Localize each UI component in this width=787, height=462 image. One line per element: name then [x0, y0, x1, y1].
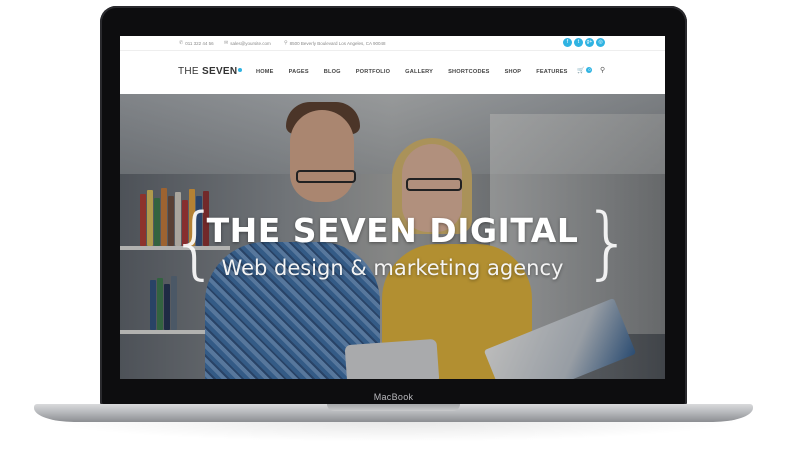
laptop-shadow	[40, 420, 747, 442]
social-links: f t g+ ◎	[563, 38, 605, 47]
hero-subtitle: Web design & marketing agency	[221, 256, 564, 280]
location-pin-icon: ⚲	[284, 40, 288, 46]
top-info-bar: ✆ 011 322 44 56 ✉ sales@yoursite.com ⚲ 8…	[120, 36, 665, 51]
logo-text: THE	[178, 66, 199, 77]
main-menu: HOME PAGES BLOG PORTFOLIO GALLERY SHORTC…	[256, 69, 583, 75]
facebook-icon[interactable]: f	[563, 38, 572, 47]
site-logo[interactable]: THE SEVEN	[178, 66, 243, 77]
email-address[interactable]: sales@yoursite.com	[230, 41, 271, 46]
phone-info: ✆ 011 322 44 56	[179, 40, 214, 46]
hero-slider: { } THE SEVEN DIGITAL Web design & marke…	[120, 94, 665, 379]
website-screen: ✆ 011 322 44 56 ✉ sales@yoursite.com ⚲ 8…	[120, 36, 665, 379]
twitter-icon[interactable]: t	[574, 38, 583, 47]
street-address: 8500 Beverly Boulevard Los Angeles, CA 9…	[289, 40, 386, 46]
logo-bold-text: SEVEN	[202, 66, 238, 77]
google-plus-icon[interactable]: g+	[585, 38, 594, 47]
main-navbar: THE SEVEN HOME PAGES BLOG PORTFOLIO GALL…	[120, 51, 665, 94]
menu-item-home[interactable]: HOME	[256, 69, 274, 75]
laptop-notch	[327, 404, 460, 411]
cart-count-badge: 0	[586, 67, 593, 74]
menu-item-shop[interactable]: SHOP	[505, 69, 522, 75]
menu-item-pages[interactable]: PAGES	[289, 69, 309, 75]
search-icon[interactable]: ⚲	[600, 66, 605, 74]
menu-item-shortcodes[interactable]: SHORTCODES	[448, 69, 489, 75]
cart-icon: 🛒	[577, 68, 585, 74]
device-brand-label: MacBook	[373, 392, 414, 402]
logo-dot	[238, 68, 243, 72]
menu-item-gallery[interactable]: GALLERY	[405, 69, 433, 75]
instagram-icon[interactable]: ◎	[596, 38, 605, 47]
phone-number: 011 322 44 56	[185, 40, 214, 46]
menu-item-features[interactable]: FEATURES	[536, 69, 567, 75]
hero-title: THE SEVEN DIGITAL	[206, 211, 579, 250]
address-info: ⚲ 8500 Beverly Boulevard Los Angeles, CA…	[284, 40, 386, 46]
email-info[interactable]: ✉ sales@yoursite.com	[224, 40, 271, 46]
mail-icon: ✉	[224, 40, 229, 46]
menu-item-portfolio[interactable]: PORTFOLIO	[356, 69, 390, 75]
cart-button[interactable]: 🛒 0	[577, 67, 593, 74]
phone-icon: ✆	[179, 40, 184, 46]
menu-item-blog[interactable]: BLOG	[324, 69, 341, 75]
